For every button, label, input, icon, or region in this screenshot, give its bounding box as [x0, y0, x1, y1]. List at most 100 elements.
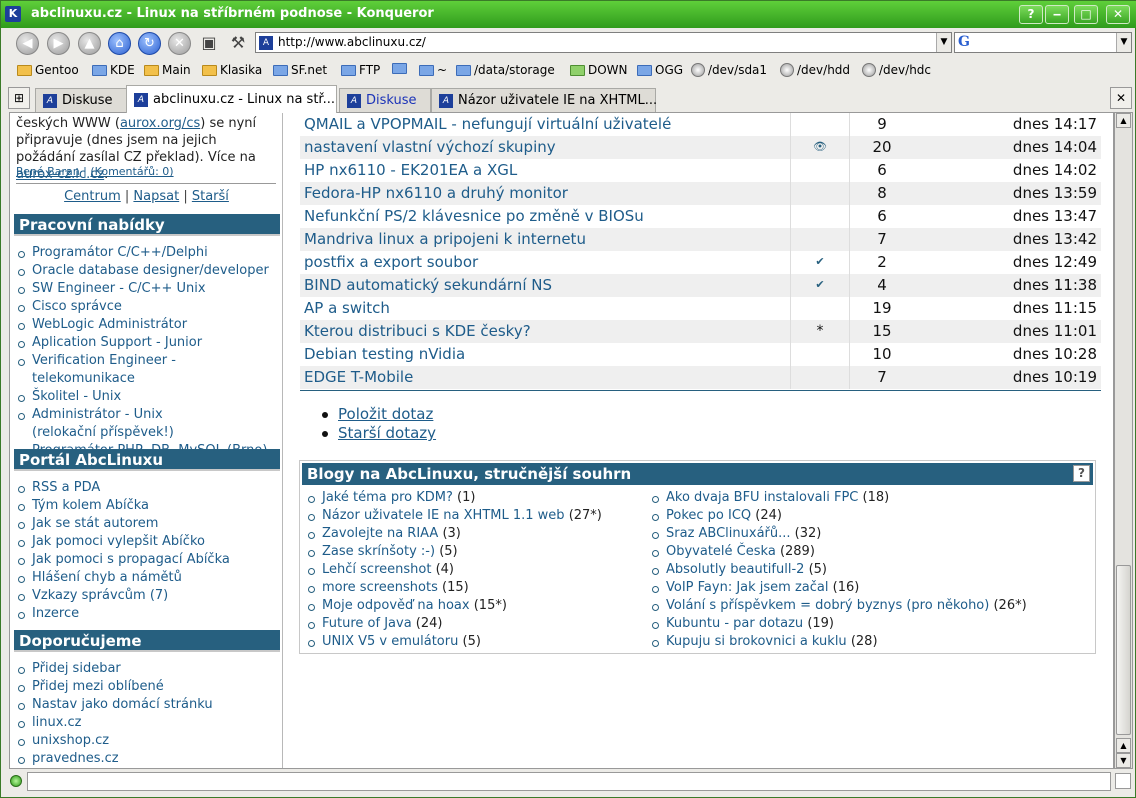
portal-link[interactable]: Vzkazy správcům (7) — [16, 587, 230, 605]
blog-link[interactable]: Jaké téma pro KDM? — [322, 490, 453, 505]
question-link[interactable]: BIND automatický sekundární NS — [304, 276, 552, 294]
recommend-link[interactable]: Nastav jako domácí stránku — [16, 696, 213, 714]
bookmark-folder[interactable] — [392, 63, 410, 74]
bookmark-klasika[interactable]: Klasika — [202, 63, 262, 77]
tab-diskuse-2[interactable]: A Diskuse — [339, 88, 431, 112]
napsat-link[interactable]: Napsat — [133, 189, 179, 204]
question-link[interactable]: Mandriva linux a pripojeni k internetu — [304, 230, 586, 248]
bookmark-ogg[interactable]: OGG — [637, 63, 683, 77]
blog-link[interactable]: Zavolejte na RIAA — [322, 526, 438, 541]
job-link[interactable]: Cisco správce — [16, 298, 282, 316]
save-icon[interactable]: ▣ — [198, 32, 220, 54]
comments-link[interactable]: (Komentářů: 0) — [90, 165, 173, 178]
blog-link[interactable]: Lehčí screenshot — [322, 562, 431, 577]
scroll-up-icon[interactable]: ▲ — [1116, 113, 1131, 128]
question-link[interactable]: QMAIL a VPOPMAIL - nefungují virtuální u… — [304, 115, 671, 133]
url-dropdown-icon[interactable]: ▼ — [936, 33, 951, 52]
maximize-button[interactable]: □ — [1074, 5, 1098, 24]
bookmark-dev-hdc[interactable]: /dev/hdc — [862, 63, 931, 77]
bookmark-home[interactable]: ~ — [419, 63, 447, 77]
close-tab-icon[interactable]: ✕ — [1110, 87, 1132, 109]
portal-link[interactable]: Inzerce — [16, 605, 230, 623]
blog-link[interactable]: Ako dvaja BFU instalovali FPC — [666, 490, 858, 505]
job-link[interactable]: SW Engineer - C/C++ Unix — [16, 280, 282, 298]
question-link[interactable]: Debian testing nVidia — [304, 345, 465, 363]
bookmark-ftp[interactable]: FTP — [341, 63, 380, 77]
job-link[interactable]: Programátor C/C++/Delphi — [16, 244, 282, 262]
centrum-link[interactable]: Centrum — [64, 189, 121, 204]
question-link[interactable]: HP nx6110 - EK201EA a XGL — [304, 161, 517, 179]
aurox-org-link[interactable]: aurox.org/cs — [120, 116, 200, 131]
new-tab-icon[interactable]: ⊞ — [8, 87, 30, 109]
recommend-link[interactable]: unixshop.cz — [16, 732, 213, 750]
bookmark-sfnet[interactable]: SF.net — [273, 63, 327, 77]
location-bar[interactable]: A http://www.abclinuxu.cz/ ▼ — [255, 32, 952, 53]
blog-link[interactable]: VoIP Fayn: Jak jsem začal — [666, 580, 829, 595]
job-link[interactable]: WebLogic Administrátor — [16, 316, 282, 334]
portal-link[interactable]: Tým kolem Abíčka — [16, 497, 230, 515]
portal-link[interactable]: Hlášení chyb a námětů — [16, 569, 230, 587]
blog-link[interactable]: Kubuntu - par dotazu — [666, 616, 803, 631]
scrollbar-thumb[interactable] — [1116, 565, 1131, 735]
recommend-link[interactable]: Přidej mezi oblíbené — [16, 678, 213, 696]
question-link[interactable]: Kterou distribuci s KDE česky? — [304, 322, 531, 340]
bookmark-dev-sda1[interactable]: /dev/sda1 — [691, 63, 767, 77]
help-button[interactable]: ? — [1019, 5, 1043, 24]
blog-link[interactable]: more screenshots — [322, 580, 438, 595]
resize-grip-icon[interactable] — [1115, 773, 1131, 789]
settings-wrench-icon[interactable]: ⚒ — [227, 32, 249, 54]
job-link[interactable]: Oracle database designer/developer — [16, 262, 282, 280]
question-link[interactable]: EDGE T-Mobile — [304, 368, 413, 386]
blog-link[interactable]: Obyvatelé Česka — [666, 544, 776, 559]
bookmark-gentoo[interactable]: Gentoo — [17, 63, 79, 77]
older-questions-link[interactable]: Starší dotazy — [320, 424, 436, 443]
vertical-scrollbar[interactable]: ▲ ▲ ▼ — [1114, 112, 1133, 769]
portal-link[interactable]: Jak pomoci vylepšit Abíčko — [16, 533, 230, 551]
scroll-up-icon[interactable]: ▲ — [1116, 738, 1131, 753]
tab-abclinuxu[interactable]: Aabclinuxu.cz - Linux na stř... — [126, 85, 337, 113]
minimize-button[interactable]: ‒ — [1045, 5, 1069, 24]
bookmark-kde[interactable]: KDE — [92, 63, 135, 77]
blog-link[interactable]: UNIX V5 v emulátoru — [322, 634, 458, 649]
search-bar[interactable]: G ▼ — [954, 32, 1132, 53]
google-search-icon[interactable]: G — [958, 34, 970, 50]
back-icon[interactable]: ◀ — [16, 32, 39, 55]
starsi-link[interactable]: Starší — [192, 189, 229, 204]
blog-link[interactable]: Kupuju si brokovnici a kuklu — [666, 634, 847, 649]
recommend-link[interactable]: pravednes.cz — [16, 750, 213, 768]
ask-question-link[interactable]: Položit dotaz — [320, 405, 436, 424]
job-link[interactable]: Verification Engineer - telekomunikace — [16, 352, 282, 388]
question-link[interactable]: nastavení vlastní výchozí skupiny — [304, 138, 556, 156]
portal-link[interactable]: RSS a PDA — [16, 479, 230, 497]
question-link[interactable]: Nefunkční PS/2 klávesnice po změně v BIO… — [304, 207, 644, 225]
blog-link[interactable]: Future of Java — [322, 616, 412, 631]
blog-link[interactable]: Pokec po ICQ — [666, 508, 751, 523]
blog-link[interactable]: Sraz ABClinuxářů... — [666, 526, 791, 541]
portal-link[interactable]: Jak pomoci s propagací Abíčka — [16, 551, 230, 569]
help-icon[interactable]: ? — [1073, 465, 1090, 482]
tab-nazor-ie[interactable]: A Názor uživatele IE na XHTML... — [431, 88, 657, 112]
up-icon[interactable]: ▲ — [78, 32, 101, 55]
scroll-down-icon[interactable]: ▼ — [1116, 753, 1131, 768]
question-link[interactable]: AP a switch — [304, 299, 390, 317]
blog-link[interactable]: Názor uživatele IE na XHTML 1.1 web — [322, 508, 565, 523]
recommend-link[interactable]: linux.cz — [16, 714, 213, 732]
blog-link[interactable]: Absolutly beautifull-2 — [666, 562, 804, 577]
home-icon[interactable]: ⌂ — [108, 32, 131, 55]
reload-icon[interactable]: ↻ — [138, 32, 161, 55]
blog-link[interactable]: Volání s příspěvkem = dobrý byznys (pro … — [666, 598, 989, 613]
tab-diskuse-1[interactable]: A Diskuse — [35, 88, 127, 112]
bookmark-dev-hdd[interactable]: /dev/hdd — [780, 63, 850, 77]
bookmark-data-storage[interactable]: /data/storage — [456, 63, 555, 77]
question-link[interactable]: Fedora-HP nx6110 a druhý monitor — [304, 184, 568, 202]
recommend-link[interactable]: Přidej sidebar — [16, 660, 213, 678]
question-link[interactable]: postfix a export soubor — [304, 253, 478, 271]
forward-icon[interactable]: ▶ — [47, 32, 70, 55]
bookmark-main[interactable]: Main — [144, 63, 191, 77]
stop-icon[interactable]: ✕ — [168, 32, 191, 55]
bookmark-down[interactable]: DOWN — [570, 63, 628, 77]
search-dropdown-icon[interactable]: ▼ — [1116, 33, 1131, 52]
job-link[interactable]: Aplication Support - Junior — [16, 334, 282, 352]
url-input[interactable]: http://www.abclinuxu.cz/ — [278, 35, 426, 49]
blog-link[interactable]: Zase skrínšoty :-) — [322, 544, 435, 559]
